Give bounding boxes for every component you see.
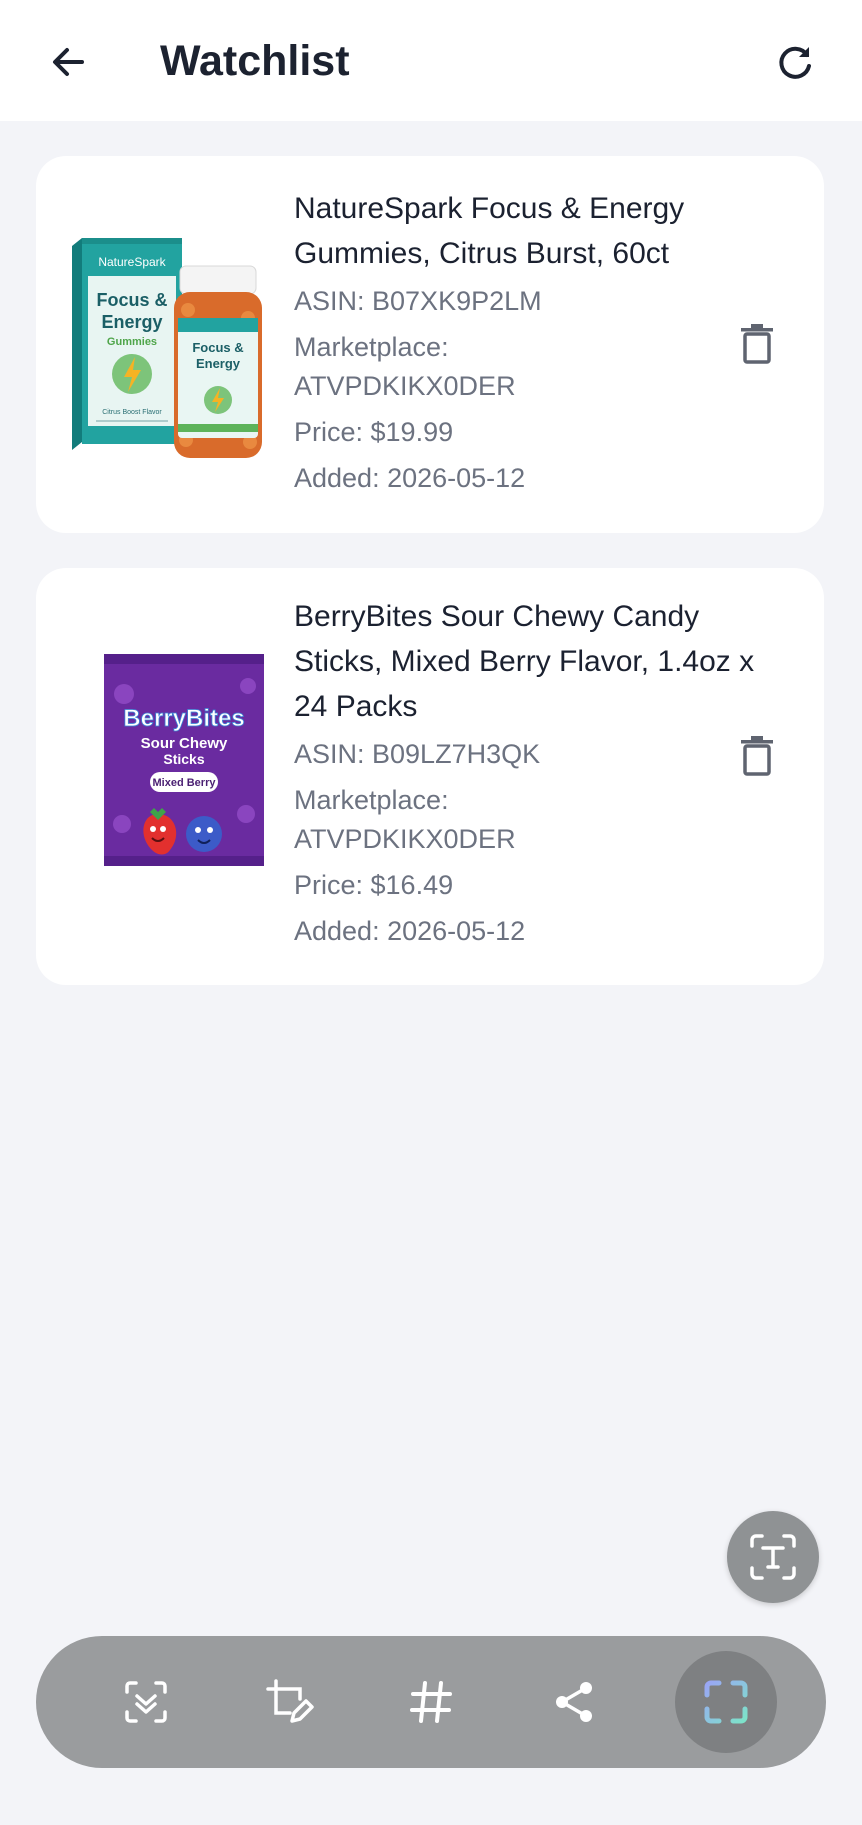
watchlist-item[interactable]: NatureSpark Focus & Energy Gummies Citru… xyxy=(36,156,824,533)
page-title: Watchlist xyxy=(160,37,350,85)
bag-flavor-text: Mixed Berry xyxy=(153,777,217,789)
screenshot-frame-icon xyxy=(704,1680,748,1724)
scan-button[interactable] xyxy=(116,1672,176,1732)
item-details: NatureSpark Focus & Energy Gummies, Citr… xyxy=(294,186,764,505)
refresh-button[interactable] xyxy=(770,38,820,88)
bottle-line1-text: Focus & xyxy=(192,340,243,355)
item-details: BerryBites Sour Chewy Candy Sticks, Mixe… xyxy=(294,594,764,958)
trash-icon xyxy=(741,324,773,364)
bag-brand-text: BerryBites xyxy=(123,705,244,732)
bag-line1-text: Sour Chewy xyxy=(141,735,228,752)
marketplace-value: ATVPDKIKX0DER xyxy=(294,371,516,401)
share-icon xyxy=(556,1682,592,1722)
crop-edit-button[interactable] xyxy=(259,1672,319,1732)
crop-edit-icon xyxy=(266,1679,314,1723)
back-button[interactable] xyxy=(44,38,92,86)
bottle-line2-text: Energy xyxy=(196,356,241,371)
marketplace-value: ATVPDKIKX0DER xyxy=(294,824,516,854)
marketplace-label: Marketplace: xyxy=(294,785,449,815)
arrow-left-icon xyxy=(53,48,84,76)
added-date-text: Added: 2026-05-12 xyxy=(294,463,526,493)
trash-icon xyxy=(741,736,773,776)
box-brand-text: NatureSpark xyxy=(98,255,166,269)
hashtag-icon xyxy=(410,1681,452,1723)
marketplace-label: Marketplace: xyxy=(294,332,449,362)
delete-button[interactable] xyxy=(736,320,778,368)
box-line1-text: Focus & xyxy=(96,290,167,310)
asin-text: ASIN: B07XK9P2LM xyxy=(294,286,542,316)
product-name: NatureSpark Focus & Energy Gummies, Citr… xyxy=(294,192,685,270)
app-bar: Watchlist xyxy=(0,0,862,121)
text-recognition-button[interactable] xyxy=(727,1511,819,1603)
product-name: BerryBites Sour Chewy Candy Sticks, Mixe… xyxy=(294,600,755,723)
product-image: NatureSpark Focus & Energy Gummies Citru… xyxy=(62,214,298,464)
added-date-text: Added: 2026-05-12 xyxy=(294,916,526,946)
watchlist-item[interactable]: BerryBites Sour Chewy Sticks Mixed Berry… xyxy=(36,568,824,985)
box-line3-text: Gummies xyxy=(107,336,157,348)
box-flavor-text: Citrus Boost Flavor xyxy=(102,409,162,416)
product-image: BerryBites Sour Chewy Sticks Mixed Berry xyxy=(62,614,298,874)
text-recognition-icon xyxy=(750,1534,796,1580)
price-text: Price: $16.49 xyxy=(294,870,454,900)
hashtag-button[interactable] xyxy=(401,1672,461,1732)
delete-button[interactable] xyxy=(736,732,778,780)
marketplace-text: Marketplace: ATVPDKIKX0DER xyxy=(294,328,764,406)
refresh-icon xyxy=(779,46,811,79)
screenshot-frame-button[interactable] xyxy=(675,1651,777,1753)
bag-line2-text: Sticks xyxy=(163,751,204,767)
box-line2-text: Energy xyxy=(101,312,162,332)
price-text: Price: $19.99 xyxy=(294,417,454,447)
asin-text: ASIN: B09LZ7H3QK xyxy=(294,739,541,769)
screenshot-toolbar xyxy=(36,1636,826,1768)
marketplace-text: Marketplace: ATVPDKIKX0DER xyxy=(294,781,764,859)
share-button[interactable] xyxy=(544,1672,604,1732)
scan-icon xyxy=(125,1681,167,1723)
